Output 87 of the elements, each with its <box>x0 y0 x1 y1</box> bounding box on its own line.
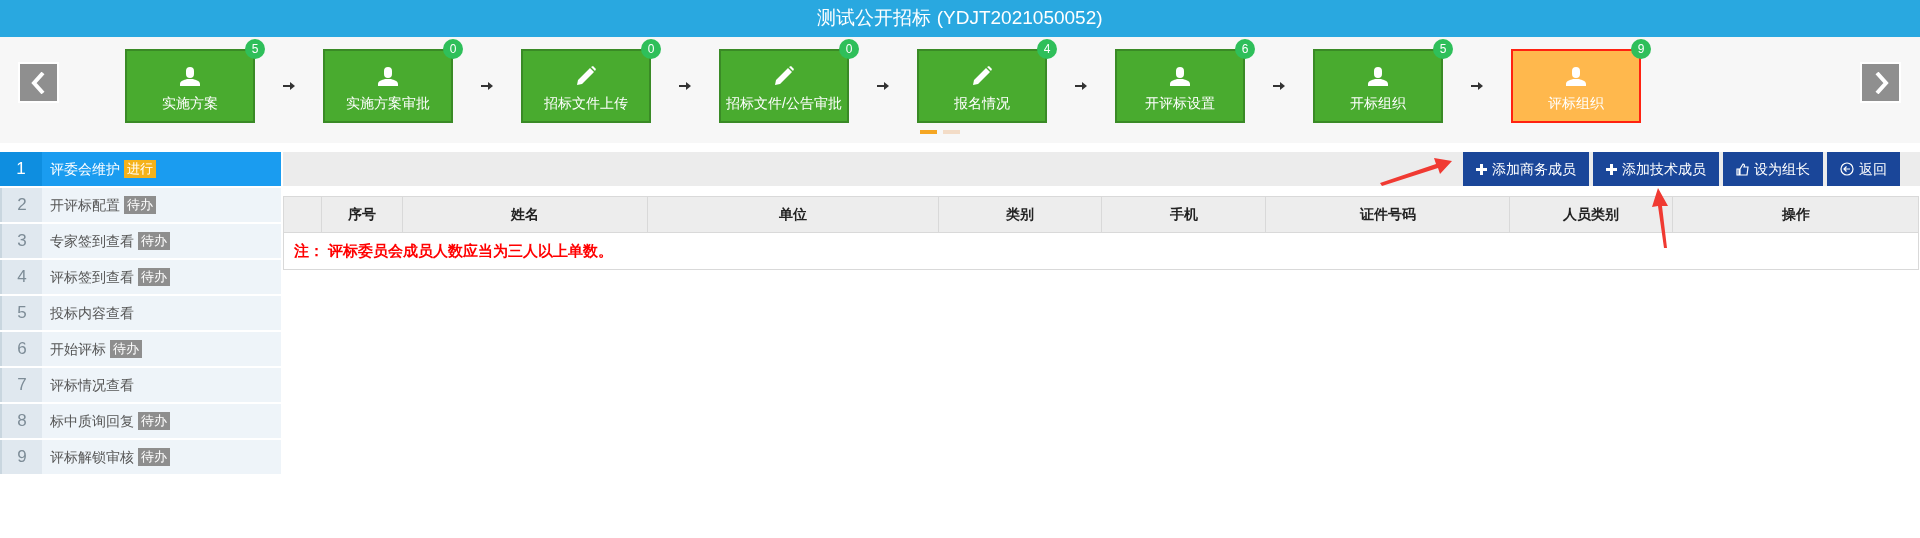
status-badge: 待办 <box>138 232 170 250</box>
sidebar-label: 评标签到查看 <box>50 267 134 287</box>
status-badge: 待办 <box>138 412 170 430</box>
plus-icon <box>1476 163 1487 175</box>
step-label: 开标组织 <box>1350 93 1406 113</box>
person-icon <box>179 64 201 87</box>
count-badge: 5 <box>1433 39 1453 59</box>
sidebar-item[interactable]: 9 评标解锁审核 待办 <box>0 440 281 474</box>
column-header: 序号 <box>348 205 376 224</box>
sidebar-label: 评标情况查看 <box>50 375 134 395</box>
back-icon <box>1840 162 1854 176</box>
count-badge: 5 <box>245 39 265 59</box>
step-number: 1 <box>0 152 42 186</box>
count-badge: 0 <box>839 39 859 59</box>
arrow-icon <box>1075 81 1087 91</box>
sidebar-label: 评委会维护 <box>50 159 120 179</box>
annotation-arrow <box>1649 186 1671 250</box>
toolbar-button[interactable]: 设为组长 <box>1723 152 1823 186</box>
column-header: 姓名 <box>511 205 539 224</box>
count-badge: 0 <box>443 39 463 59</box>
step-label: 评标组织 <box>1548 93 1604 113</box>
person-icon <box>1169 64 1191 87</box>
step-number: 7 <box>0 368 42 402</box>
sidebar-label: 标中质询回复 <box>50 411 134 431</box>
step-number: 4 <box>0 260 42 294</box>
count-badge: 9 <box>1631 39 1651 59</box>
plus-icon <box>1606 163 1617 175</box>
sidebar-item[interactable]: 5 投标内容查看 <box>0 296 281 330</box>
sidebar-item[interactable]: 8 标中质询回复 待办 <box>0 404 281 438</box>
column-header: 证件号码 <box>1359 205 1416 224</box>
pencil-icon <box>971 64 993 87</box>
step-label: 开评标设置 <box>1145 93 1215 113</box>
toolbar-button[interactable]: 添加技术成员 <box>1593 152 1719 186</box>
status-badge: 待办 <box>124 196 156 214</box>
pencil-icon <box>575 64 597 87</box>
column-header: 操作 <box>1781 205 1810 224</box>
sidebar-label: 专家签到查看 <box>50 231 134 251</box>
column-header: 单位 <box>779 205 807 224</box>
status-badge: 待办 <box>138 268 170 286</box>
chevron-left-icon <box>30 71 47 94</box>
arrow-icon <box>1471 81 1483 91</box>
arrow-icon <box>679 81 691 91</box>
window-title: 测试公开招标 (YDJT2021050052) <box>817 6 1103 31</box>
arrow-icon <box>481 81 493 91</box>
status-badge: 进行 <box>124 160 156 178</box>
column-header: 手机 <box>1169 205 1198 224</box>
sidebar-item[interactable]: 7 评标情况查看 <box>0 368 281 402</box>
sidebar-label: 评标解锁审核 <box>50 447 134 467</box>
arrow-icon <box>283 81 295 91</box>
arrow-icon <box>877 81 889 91</box>
step-label: 招标文件/公告审批 <box>726 93 842 113</box>
sidebar-item[interactable]: 1 评委会维护 进行 <box>0 152 281 186</box>
step-number: 2 <box>0 188 42 222</box>
person-icon <box>1565 64 1587 87</box>
person-icon <box>1367 64 1389 87</box>
step-label: 实施方案 <box>162 93 218 113</box>
sidebar-label: 开始评标 <box>50 339 106 359</box>
status-badge: 待办 <box>138 448 170 466</box>
pencil-icon <box>773 64 795 87</box>
count-badge: 4 <box>1037 39 1057 59</box>
step-number: 6 <box>0 332 42 366</box>
column-header: 人员类别 <box>1563 205 1619 224</box>
status-badge: 待办 <box>110 340 142 358</box>
next-button[interactable] <box>1860 62 1901 103</box>
column-header: 类别 <box>1006 205 1034 224</box>
sidebar-item[interactable]: 3 专家签到查看 待办 <box>0 224 281 258</box>
sidebar-item[interactable]: 4 评标签到查看 待办 <box>0 260 281 294</box>
step-label: 实施方案审批 <box>346 93 430 113</box>
sidebar-label: 开评标配置 <box>50 195 120 215</box>
arrow-icon <box>1273 81 1285 91</box>
sidebar-item[interactable]: 6 开始评标 待办 <box>0 332 281 366</box>
count-badge: 6 <box>1235 39 1255 59</box>
sidebar-label: 投标内容查看 <box>50 303 134 323</box>
step-label: 报名情况 <box>954 93 1010 113</box>
step-number: 5 <box>0 296 42 330</box>
step-number: 8 <box>0 404 42 438</box>
sidebar-item[interactable]: 2 开评标配置 待办 <box>0 188 281 222</box>
count-badge: 0 <box>641 39 661 59</box>
toolbar-button[interactable]: 返回 <box>1827 152 1900 186</box>
step-label: 招标文件上传 <box>544 93 628 113</box>
step-number: 9 <box>0 440 42 474</box>
step-number: 3 <box>0 224 42 258</box>
person-icon <box>377 64 399 87</box>
table-note: 注： 评标委员会成员人数应当为三人以上单数。 <box>294 240 614 261</box>
thumbs-up-icon <box>1736 162 1749 176</box>
previous-button[interactable] <box>18 62 59 103</box>
toolbar-button[interactable]: 添加商务成员 <box>1463 152 1589 186</box>
